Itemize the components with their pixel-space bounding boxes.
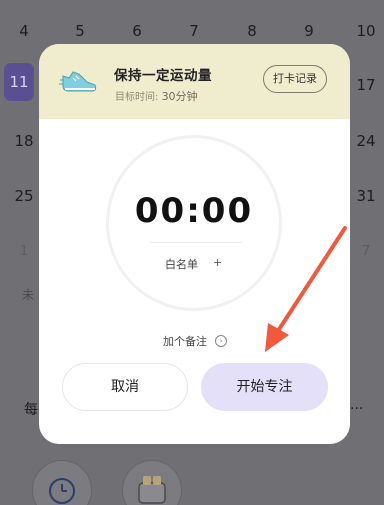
toaster-icon[interactable] [122, 460, 182, 505]
calendar-day[interactable]: 4 [4, 22, 44, 40]
focus-screen: 4 5 6 7 8 9 10 11 17 18 24 25 31 1 7 未 每… [0, 0, 384, 505]
calendar-day[interactable]: 24 [346, 132, 384, 150]
calendar-day[interactable]: 1 [4, 244, 44, 259]
calendar-day[interactable]: 7 [174, 22, 214, 40]
timer-divider [150, 242, 242, 243]
clock-icon[interactable] [32, 460, 92, 505]
calendar-day[interactable]: 5 [60, 22, 100, 40]
calendar-day[interactable]: 17 [346, 76, 384, 94]
start-focus-button[interactable]: 开始专注 [201, 363, 328, 411]
calendar-day[interactable]: 31 [346, 187, 384, 205]
target-time-label: 目标时间: [115, 92, 159, 103]
background-text: 每 [24, 402, 38, 418]
whitelist-add-icon[interactable]: + [213, 256, 222, 269]
background-text: 未 [22, 288, 35, 302]
calendar-day[interactable]: 8 [232, 22, 272, 40]
focus-modal: 保持一定运动量 目标时间: 30分钟 打卡记录 00:00 白名单 + 加个备注… [39, 44, 350, 444]
calendar-day-selected[interactable]: 11 [4, 63, 34, 101]
whitelist-link[interactable]: 白名单 [165, 256, 198, 272]
timer-display: 00:00 [134, 191, 254, 231]
calendar-day[interactable]: 18 [4, 132, 44, 150]
chevron-right-icon[interactable]: › [215, 335, 227, 347]
checkin-record-button[interactable]: 打卡记录 [263, 65, 327, 93]
cancel-button[interactable]: 取消 [62, 363, 188, 411]
calendar-day[interactable]: 25 [4, 187, 44, 205]
target-time: 目标时间: 30分钟 [115, 88, 198, 104]
calendar-day[interactable]: 10 [346, 22, 384, 40]
target-time-value: 30分钟 [161, 90, 198, 103]
running-shoe-icon [59, 64, 99, 96]
add-note-link[interactable]: 加个备注 [163, 333, 207, 349]
calendar-day[interactable]: 6 [117, 22, 157, 40]
calendar-day[interactable]: 7 [346, 244, 384, 259]
calendar-day[interactable]: 9 [289, 22, 329, 40]
task-header: 保持一定运动量 目标时间: 30分钟 打卡记录 [39, 44, 350, 119]
background-text: ... [350, 397, 364, 413]
task-title: 保持一定运动量 [114, 68, 212, 84]
